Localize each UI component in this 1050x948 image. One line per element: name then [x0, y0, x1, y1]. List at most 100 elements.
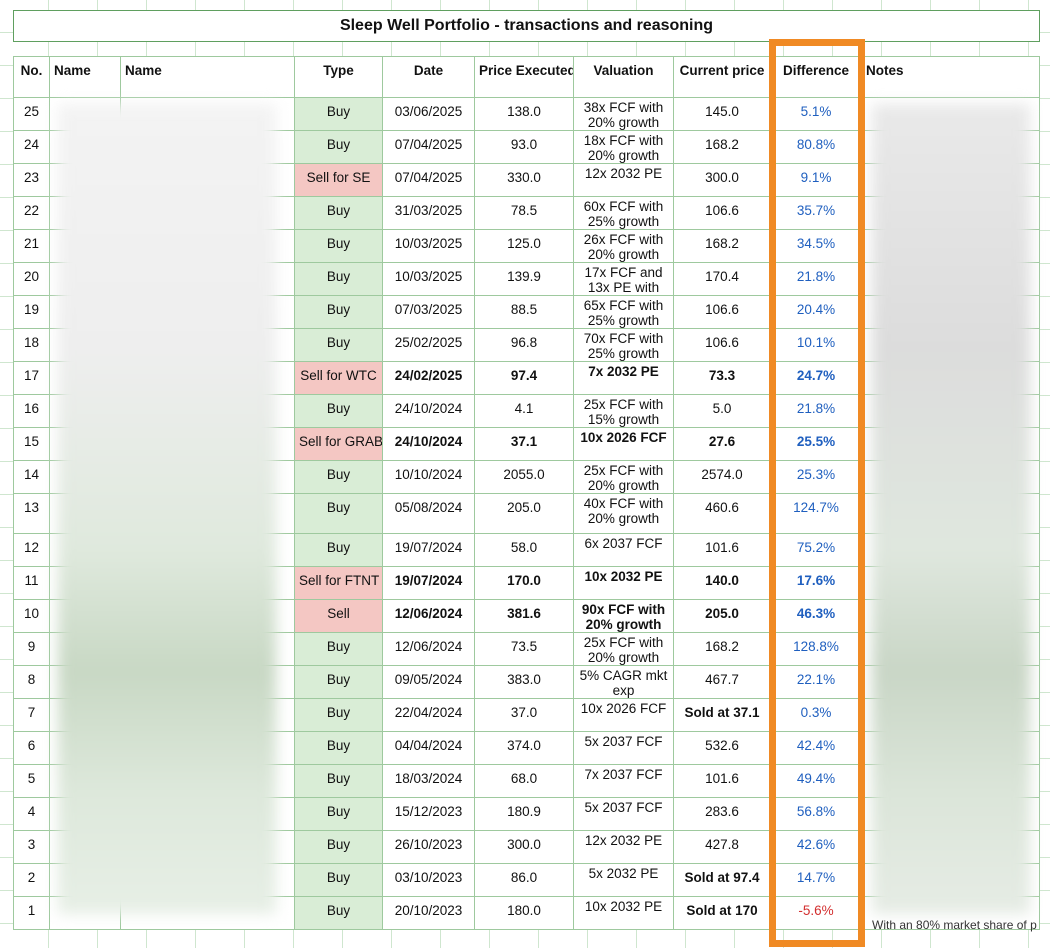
cell-date[interactable]: 24/10/2024	[383, 428, 475, 461]
cell-price-executed[interactable]: 4.1	[475, 395, 574, 428]
cell-difference[interactable]: 75.2%	[771, 534, 862, 567]
header-valuation[interactable]: Valuation	[574, 56, 674, 98]
cell-difference[interactable]: -5.6%	[771, 897, 862, 930]
cell-no[interactable]: 13	[13, 494, 50, 534]
cell-date[interactable]: 07/04/2025	[383, 131, 475, 164]
cell-notes[interactable]	[862, 230, 1040, 263]
cell-name-1[interactable]	[50, 831, 121, 864]
cell-valuation[interactable]: 12x 2032 PE	[574, 164, 674, 197]
cell-type[interactable]: Sell for FTNT	[295, 567, 383, 600]
cell-name-2[interactable]	[121, 164, 295, 197]
cell-notes[interactable]	[862, 131, 1040, 164]
cell-type[interactable]: Buy	[295, 263, 383, 296]
cell-name-2[interactable]	[121, 197, 295, 230]
cell-name-1[interactable]	[50, 798, 121, 831]
cell-valuation[interactable]: 6x 2037 FCF	[574, 534, 674, 567]
cell-current-price[interactable]: 145.0	[674, 98, 771, 131]
cell-difference[interactable]: 35.7%	[771, 197, 862, 230]
cell-date[interactable]: 07/04/2025	[383, 164, 475, 197]
cell-name-2[interactable]	[121, 461, 295, 494]
cell-date[interactable]: 25/02/2025	[383, 329, 475, 362]
cell-name-2[interactable]	[121, 428, 295, 461]
cell-name-2[interactable]	[121, 897, 295, 930]
cell-type[interactable]: Buy	[295, 699, 383, 732]
cell-type[interactable]: Buy	[295, 897, 383, 930]
cell-notes[interactable]	[862, 461, 1040, 494]
cell-date[interactable]: 22/04/2024	[383, 699, 475, 732]
cell-type[interactable]: Buy	[295, 197, 383, 230]
cell-type[interactable]: Sell for WTC	[295, 362, 383, 395]
cell-valuation[interactable]: 10x 2026 FCF	[574, 699, 674, 732]
cell-name-2[interactable]	[121, 534, 295, 567]
cell-current-price[interactable]: 467.7	[674, 666, 771, 699]
cell-no[interactable]: 1	[13, 897, 50, 930]
cell-difference[interactable]: 21.8%	[771, 395, 862, 428]
cell-date[interactable]: 31/03/2025	[383, 197, 475, 230]
cell-name-2[interactable]	[121, 765, 295, 798]
cell-difference[interactable]: 124.7%	[771, 494, 862, 534]
cell-name-2[interactable]	[121, 263, 295, 296]
cell-current-price[interactable]: 168.2	[674, 131, 771, 164]
cell-notes[interactable]	[862, 567, 1040, 600]
cell-notes[interactable]	[862, 263, 1040, 296]
cell-name-1[interactable]	[50, 534, 121, 567]
cell-no[interactable]: 5	[13, 765, 50, 798]
cell-current-price[interactable]: 140.0	[674, 567, 771, 600]
cell-no[interactable]: 19	[13, 296, 50, 329]
cell-name-2[interactable]	[121, 494, 295, 534]
cell-notes[interactable]	[862, 732, 1040, 765]
cell-name-2[interactable]	[121, 296, 295, 329]
cell-name-1[interactable]	[50, 230, 121, 263]
cell-difference[interactable]: 9.1%	[771, 164, 862, 197]
cell-current-price[interactable]: 168.2	[674, 633, 771, 666]
cell-difference[interactable]: 80.8%	[771, 131, 862, 164]
cell-valuation[interactable]: 7x 2037 FCF	[574, 765, 674, 798]
cell-current-price[interactable]: 427.8	[674, 831, 771, 864]
cell-current-price[interactable]: 73.3	[674, 362, 771, 395]
cell-price-executed[interactable]: 73.5	[475, 633, 574, 666]
cell-date[interactable]: 10/03/2025	[383, 230, 475, 263]
cell-notes[interactable]	[862, 765, 1040, 798]
cell-notes[interactable]	[862, 831, 1040, 864]
cell-name-1[interactable]	[50, 263, 121, 296]
cell-no[interactable]: 20	[13, 263, 50, 296]
cell-valuation[interactable]: 65x FCF with 25% growth	[574, 296, 674, 329]
cell-notes[interactable]	[862, 362, 1040, 395]
cell-name-2[interactable]	[121, 98, 295, 131]
cell-type[interactable]: Buy	[295, 534, 383, 567]
cell-valuation[interactable]: 25x FCF with 20% growth	[574, 461, 674, 494]
cell-date[interactable]: 10/03/2025	[383, 263, 475, 296]
cell-notes[interactable]	[862, 666, 1040, 699]
cell-no[interactable]: 2	[13, 864, 50, 897]
cell-valuation[interactable]: 7x 2032 PE	[574, 362, 674, 395]
cell-valuation[interactable]: 17x FCF and 13x PE with	[574, 263, 674, 296]
cell-notes[interactable]	[862, 600, 1040, 633]
cell-difference[interactable]: 10.1%	[771, 329, 862, 362]
cell-valuation[interactable]: 5x 2037 FCF	[574, 732, 674, 765]
cell-current-price[interactable]: 300.0	[674, 164, 771, 197]
cell-notes[interactable]	[862, 395, 1040, 428]
header-date[interactable]: Date	[383, 56, 475, 98]
cell-notes[interactable]	[862, 798, 1040, 831]
cell-name-2[interactable]	[121, 732, 295, 765]
cell-price-executed[interactable]: 180.0	[475, 897, 574, 930]
cell-difference[interactable]: 25.3%	[771, 461, 862, 494]
cell-notes[interactable]	[862, 864, 1040, 897]
header-notes[interactable]: Notes	[862, 56, 1040, 98]
cell-no[interactable]: 24	[13, 131, 50, 164]
cell-date[interactable]: 24/10/2024	[383, 395, 475, 428]
cell-no[interactable]: 7	[13, 699, 50, 732]
cell-current-price[interactable]: 168.2	[674, 230, 771, 263]
cell-no[interactable]: 23	[13, 164, 50, 197]
cell-name-1[interactable]	[50, 329, 121, 362]
header-price-executed[interactable]: Price Executed	[475, 56, 574, 98]
cell-valuation[interactable]: 25x FCF with 20% growth	[574, 633, 674, 666]
cell-notes[interactable]	[862, 633, 1040, 666]
cell-name-1[interactable]	[50, 666, 121, 699]
cell-current-price[interactable]: Sold at 97.4	[674, 864, 771, 897]
cell-name-1[interactable]	[50, 197, 121, 230]
cell-type[interactable]: Buy	[295, 329, 383, 362]
cell-current-price[interactable]: 460.6	[674, 494, 771, 534]
cell-name-2[interactable]	[121, 230, 295, 263]
cell-current-price[interactable]: 532.6	[674, 732, 771, 765]
